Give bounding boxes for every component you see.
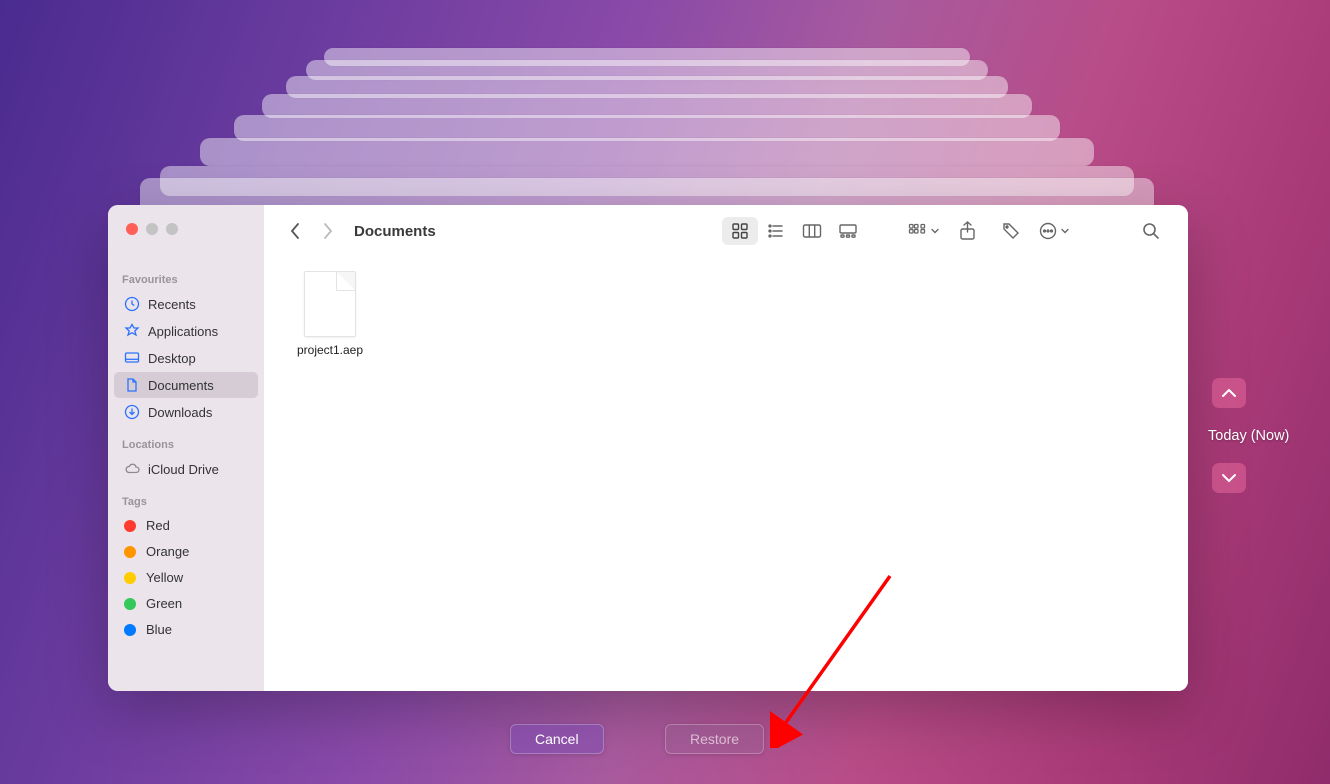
column-view-button[interactable] [794, 217, 830, 245]
sidebar-item-label: Orange [146, 544, 189, 559]
sidebar-item-label: Blue [146, 622, 172, 637]
file-item[interactable]: project1.aep [290, 271, 370, 357]
sidebar-item-label: Downloads [148, 405, 212, 420]
gallery-view-button[interactable] [830, 217, 866, 245]
cancel-button[interactable]: Cancel [510, 724, 604, 754]
downloads-icon [124, 404, 140, 420]
sidebar-tag-red[interactable]: Red [114, 513, 258, 538]
tag-dot-icon [124, 546, 136, 558]
maximize-window-button[interactable] [166, 223, 178, 235]
time-machine-snapshot [200, 138, 1094, 166]
icon-view-button[interactable] [722, 217, 758, 245]
group-by-button[interactable] [908, 223, 940, 239]
sidebar-item-label: iCloud Drive [148, 462, 219, 477]
timeline-label: Today (Now) [1208, 428, 1289, 444]
tags-button[interactable] [994, 217, 1028, 245]
sidebar-tag-blue[interactable]: Blue [114, 617, 258, 642]
file-icon [304, 271, 356, 337]
desktop-icon [124, 350, 140, 366]
share-button[interactable] [950, 217, 984, 245]
sidebar-section-favourites: Favourites [108, 270, 264, 290]
sidebar-item-label: Documents [148, 378, 214, 393]
restore-button[interactable]: Restore [665, 724, 764, 754]
sidebar-tag-yellow[interactable]: Yellow [114, 565, 258, 590]
close-window-button[interactable] [126, 223, 138, 235]
sidebar-section-locations: Locations [108, 435, 264, 455]
tag-dot-icon [124, 624, 136, 636]
button-label: Restore [690, 731, 739, 747]
sidebar-item-icloud-drive[interactable]: iCloud Drive [114, 456, 258, 482]
forward-button[interactable] [316, 217, 338, 245]
timeline-previous-button[interactable] [1212, 378, 1246, 408]
window-title: Documents [354, 223, 436, 240]
list-view-button[interactable] [758, 217, 794, 245]
sidebar-item-applications[interactable]: Applications [114, 318, 258, 344]
sidebar-item-desktop[interactable]: Desktop [114, 345, 258, 371]
sidebar-item-label: Desktop [148, 351, 196, 366]
tag-dot-icon [124, 598, 136, 610]
back-button[interactable] [284, 217, 306, 245]
window-controls [126, 223, 178, 235]
sidebar-item-label: Recents [148, 297, 196, 312]
clock-icon [124, 296, 140, 312]
annotation-arrow [770, 568, 910, 748]
view-mode-group [722, 217, 866, 245]
finder-sidebar: Favourites Recents Applications Desktop … [108, 205, 264, 691]
sidebar-item-label: Green [146, 596, 182, 611]
timeline-next-button[interactable] [1212, 463, 1246, 493]
sidebar-tag-orange[interactable]: Orange [114, 539, 258, 564]
tag-dot-icon [124, 520, 136, 532]
tag-dot-icon [124, 572, 136, 584]
sidebar-item-label: Yellow [146, 570, 183, 585]
finder-content: project1.aep [264, 257, 1188, 371]
sidebar-item-label: Red [146, 518, 170, 533]
cloud-icon [124, 461, 140, 477]
applications-icon [124, 323, 140, 339]
button-label: Cancel [535, 731, 579, 747]
sidebar-section-tags: Tags [108, 492, 264, 512]
search-button[interactable] [1134, 217, 1168, 245]
minimize-window-button[interactable] [146, 223, 158, 235]
file-name: project1.aep [297, 343, 363, 357]
finder-window: Favourites Recents Applications Desktop … [108, 205, 1188, 691]
finder-main: Documents [264, 205, 1188, 691]
sidebar-item-recents[interactable]: Recents [114, 291, 258, 317]
sidebar-tag-green[interactable]: Green [114, 591, 258, 616]
sidebar-item-documents[interactable]: Documents [114, 372, 258, 398]
more-actions-button[interactable] [1038, 221, 1070, 241]
sidebar-item-downloads[interactable]: Downloads [114, 399, 258, 425]
sidebar-item-label: Applications [148, 324, 218, 339]
finder-toolbar: Documents [264, 205, 1188, 257]
document-icon [124, 377, 140, 393]
